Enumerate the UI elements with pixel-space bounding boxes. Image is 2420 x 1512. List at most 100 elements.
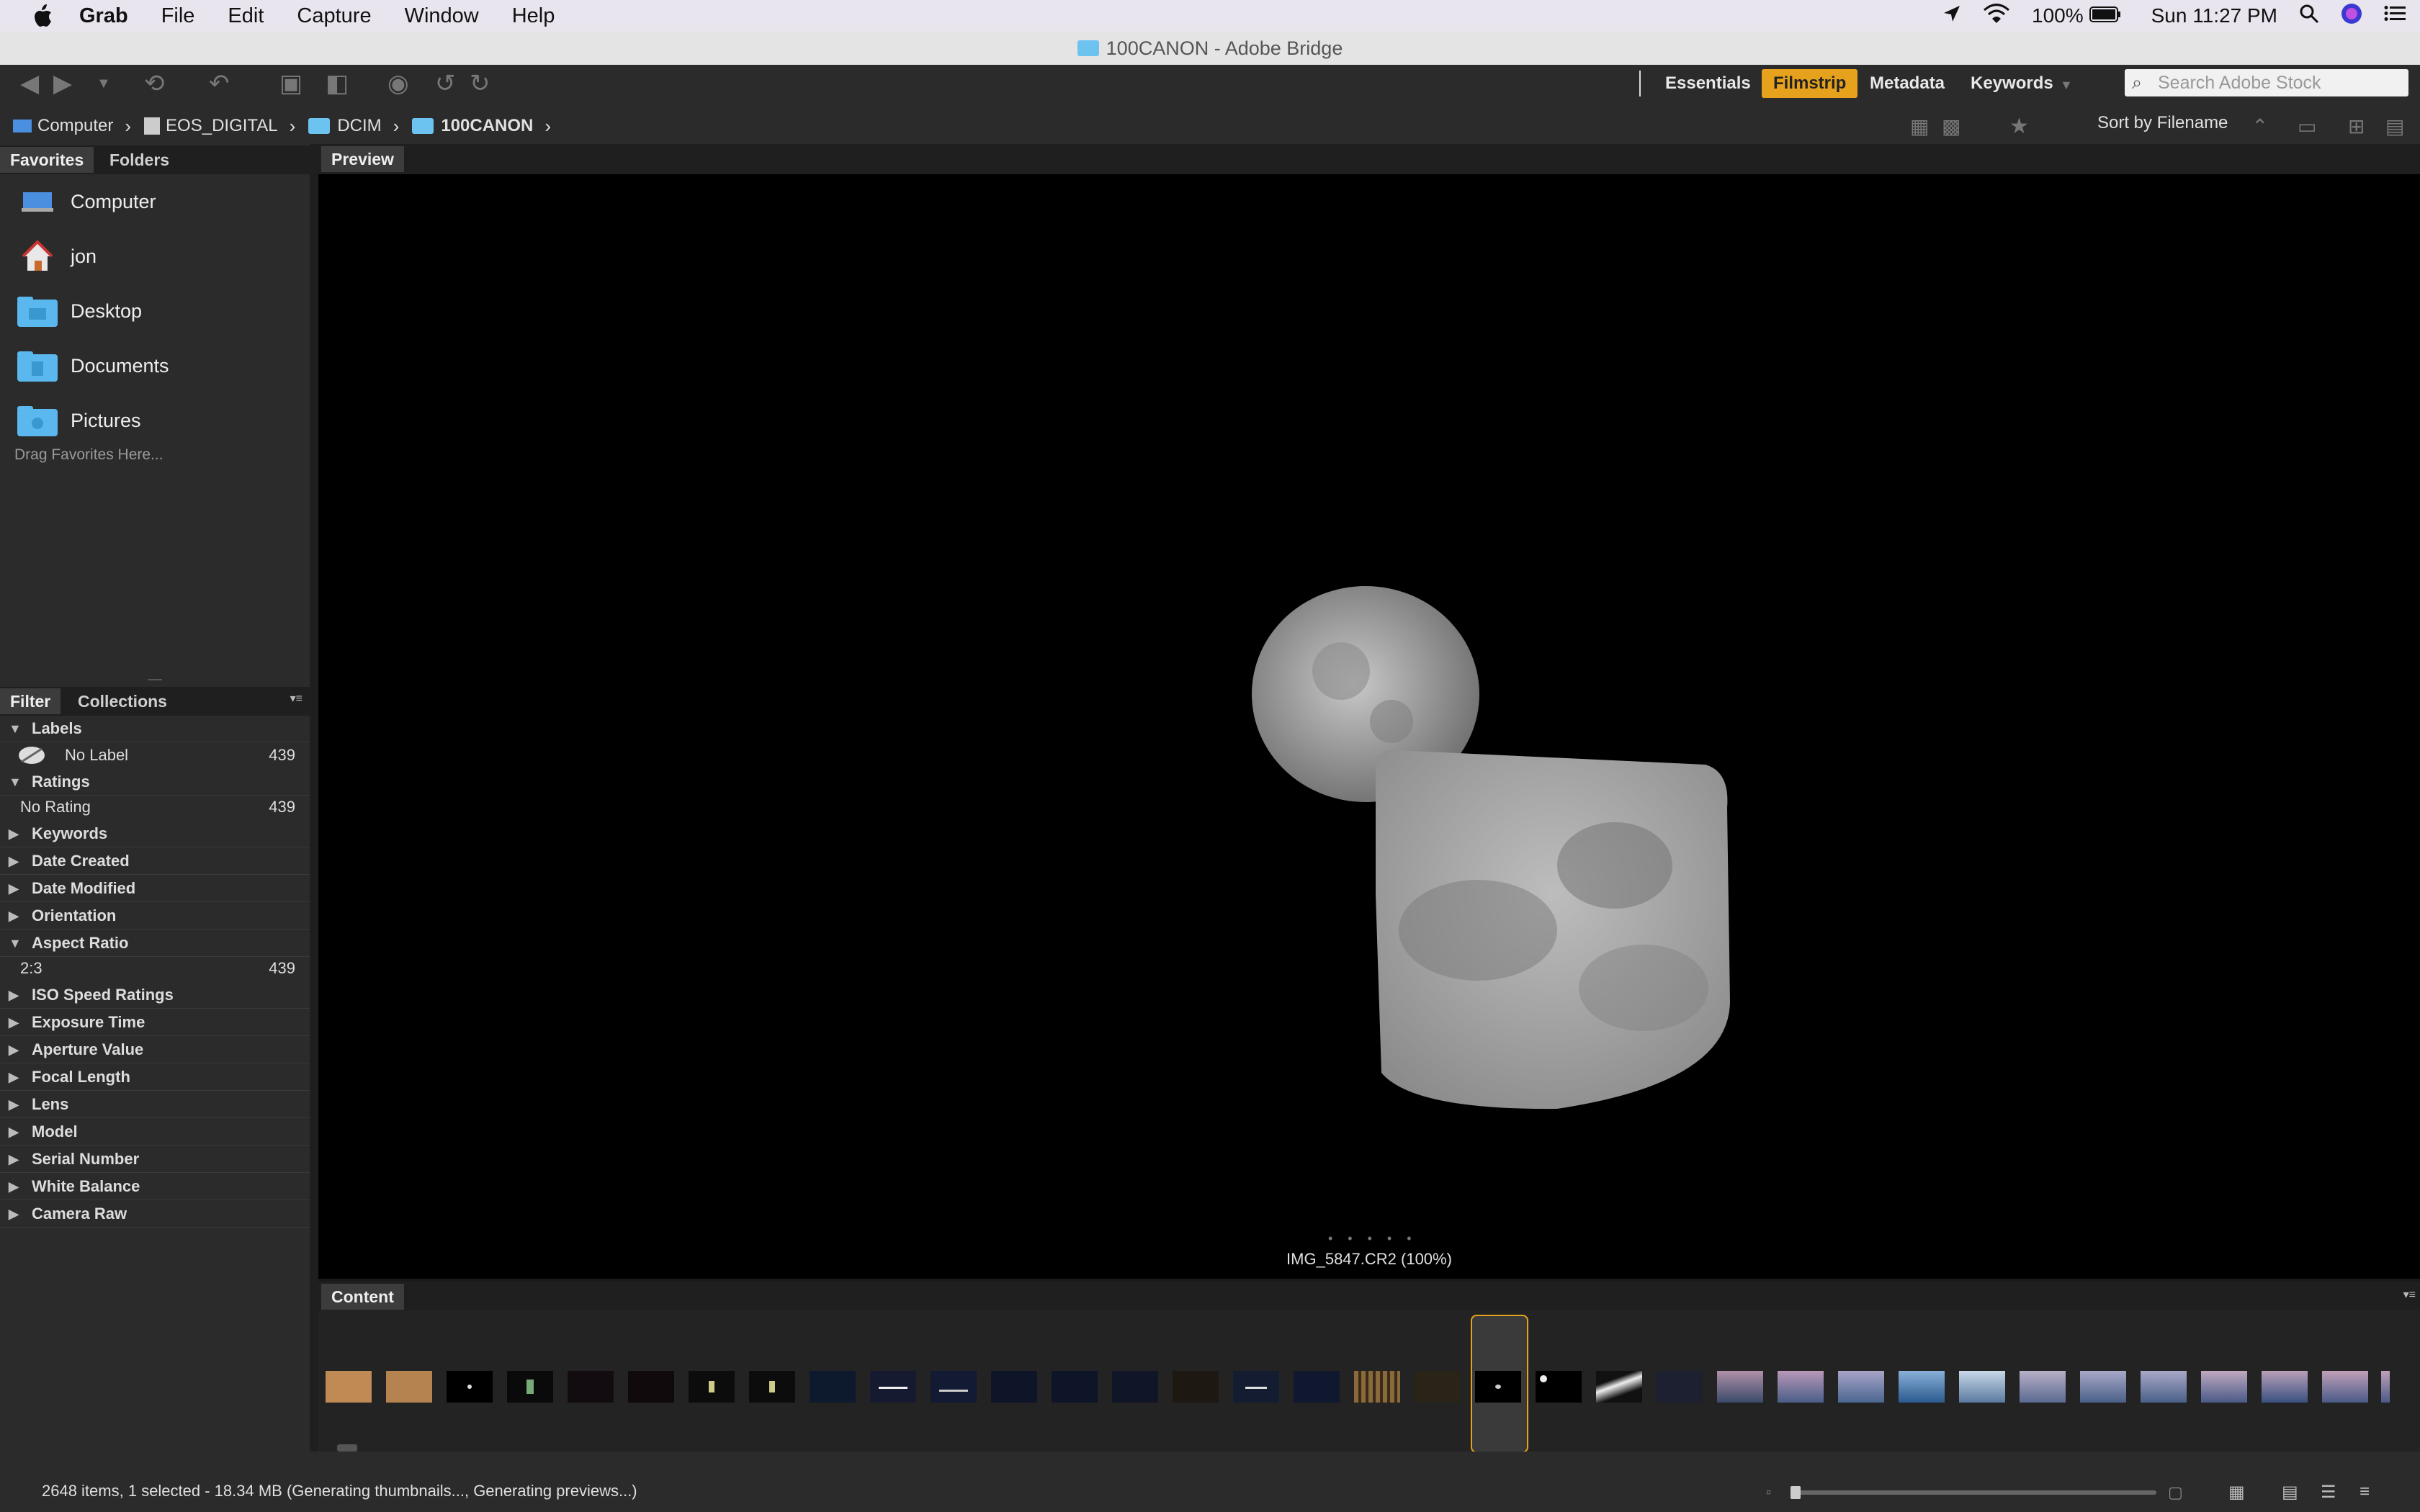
siri-icon[interactable] [2341,3,2362,30]
filter-white-balance[interactable]: ▶ White Balance [0,1174,310,1200]
thumbnail-small-icon[interactable]: ▫ [1766,1485,1771,1501]
search-field[interactable]: ⌕ Search Adobe Stock [2125,69,2408,96]
thumbnail[interactable] [1778,1371,1824,1403]
app-menu[interactable]: Grab [79,4,128,28]
favorite-computer[interactable]: Computer [0,176,310,228]
thumbnail[interactable] [1838,1371,1884,1403]
thumbnail[interactable] [810,1371,856,1403]
spotlight-icon[interactable] [2299,4,2319,29]
breadcrumb-dcim[interactable]: DCIM [308,116,382,136]
thumbnail[interactable] [1596,1371,1642,1403]
filter-model[interactable]: ▶ Model [0,1119,310,1146]
breadcrumb-100canon[interactable]: 100CANON [412,116,533,136]
view-list-icon[interactable]: ≡ [2360,1482,2370,1502]
thumbnail[interactable] [1959,1371,2005,1403]
delete-icon[interactable]: ▤ [2385,111,2404,143]
menu-capture[interactable]: Capture [297,4,371,28]
filter-no-label[interactable]: No Label 439 [0,743,310,768]
recent-dropdown-icon[interactable]: ▼ [97,68,111,99]
menu-edit[interactable]: Edit [228,4,264,28]
sort-dropdown[interactable]: Sort by Filename [2097,112,2228,134]
workspace-essentials[interactable]: Essentials [1654,69,1762,98]
thumbnail[interactable] [2020,1371,2066,1403]
tab-preview[interactable]: Preview [321,146,404,172]
filter-camera-raw[interactable]: ▶ Camera Raw [0,1201,310,1228]
panel-splitter[interactable] [0,677,310,683]
workspace-filmstrip[interactable]: Filmstrip [1762,69,1858,98]
thumbnail[interactable] [931,1371,977,1403]
thumbnail[interactable] [1899,1371,1945,1403]
panel-menu-icon[interactable]: ▾≡ [290,691,302,706]
thumbnail[interactable] [1717,1371,1763,1403]
thumbnail-size-slider[interactable] [1791,1486,2156,1499]
thumbnail[interactable] [326,1371,372,1403]
tab-filter[interactable]: Filter [0,688,61,714]
filter-serial-number[interactable]: ▶ Serial Number [0,1146,310,1173]
filter-aspect-ratio-header[interactable]: ▼ Aspect Ratio [0,930,310,957]
thumbnail[interactable] [568,1371,614,1403]
notification-center-icon[interactable] [2384,4,2406,27]
thumbnail[interactable] [386,1371,432,1403]
thumbnail[interactable] [2141,1371,2187,1403]
filter-keywords[interactable]: ▶ Keywords [0,821,310,847]
thumbnail[interactable] [1052,1371,1098,1403]
view-options-icon[interactable]: ▩ [1942,111,1960,143]
clock[interactable]: Sun 11:27 PM [2151,4,2277,27]
thumbnail[interactable] [2381,1371,2390,1403]
location-icon[interactable] [1942,4,1961,28]
quality-icon[interactable]: ▦ [1910,111,1929,143]
panel-resize-handle[interactable] [310,144,318,1452]
thumbnail[interactable] [1354,1371,1400,1403]
back-icon[interactable]: ◀ [20,68,39,99]
favorite-documents[interactable]: Documents [0,340,310,392]
thumbnail[interactable] [1173,1371,1219,1403]
battery-icon[interactable] [2089,4,2121,27]
thumbnail[interactable] [1233,1371,1279,1403]
thumbnail[interactable] [1112,1371,1158,1403]
sort-ascending-icon[interactable]: ⌃ [2251,111,2268,143]
open-in-raw-icon[interactable]: ◉ [387,68,409,99]
tab-favorites[interactable]: Favorites [0,147,94,173]
thumbnail[interactable] [507,1371,553,1403]
thumbnail[interactable] [991,1371,1037,1403]
preview-area[interactable]: • • • • • IMG_5847.CR2 (100%) [318,174,2420,1279]
thumbnail[interactable] [2262,1371,2308,1403]
thumbnail[interactable] [2322,1371,2368,1403]
thumbnail[interactable] [870,1371,916,1403]
filter-lens[interactable]: ▶ Lens [0,1092,310,1118]
filter-aperture[interactable]: ▶ Aperture Value [0,1037,310,1063]
filter-no-rating[interactable]: No Rating 439 [0,795,310,819]
tab-collections[interactable]: Collections [68,688,177,714]
thumbnail-selected[interactable] [1475,1371,1521,1403]
filmstrip-scrollbar[interactable] [318,1444,2420,1452]
recent-folders-icon[interactable]: ▭ [2298,111,2316,143]
thumbnail[interactable] [1294,1371,1340,1403]
thumbnail[interactable] [2080,1371,2126,1403]
tab-content[interactable]: Content [321,1284,404,1310]
favorite-pictures[interactable]: Pictures [0,395,310,446]
filter-ratings-header[interactable]: ▼ Ratings [0,769,310,796]
breadcrumb-computer[interactable]: Computer [13,116,113,136]
workspace-keywords[interactable]: Keywords [1959,69,2065,98]
thumbnail[interactable] [1536,1371,1582,1403]
favorite-desktop[interactable]: Desktop [0,285,310,337]
filter-iso[interactable]: ▶ ISO Speed Ratings [0,982,310,1009]
workspace-metadata[interactable]: Metadata [1858,69,1956,98]
apple-icon[interactable] [24,0,60,32]
forward-icon[interactable]: ▶ [53,68,72,99]
filter-date-created[interactable]: ▶ Date Created [0,848,310,875]
thumbnail[interactable] [628,1371,674,1403]
filter-aspect-2-3[interactable]: 2:3 439 [0,956,310,981]
rotate-right-icon[interactable]: ↻ [470,68,490,99]
filter-focal-length[interactable]: ▶ Focal Length [0,1064,310,1091]
thumbnail[interactable] [1657,1371,1703,1403]
thumbnail[interactable] [749,1371,795,1403]
new-folder-icon[interactable]: ⊞ [2348,111,2365,143]
thumbnail-large-icon[interactable]: ▢ [2168,1483,2183,1502]
menu-file[interactable]: File [161,4,195,28]
menu-window[interactable]: Window [405,4,479,28]
rotate-icon[interactable]: ↶ [209,68,230,99]
filter-labels-header[interactable]: ▼ Labels [0,716,310,742]
tab-folders[interactable]: Folders [99,147,179,173]
thumbnail[interactable] [447,1371,493,1403]
